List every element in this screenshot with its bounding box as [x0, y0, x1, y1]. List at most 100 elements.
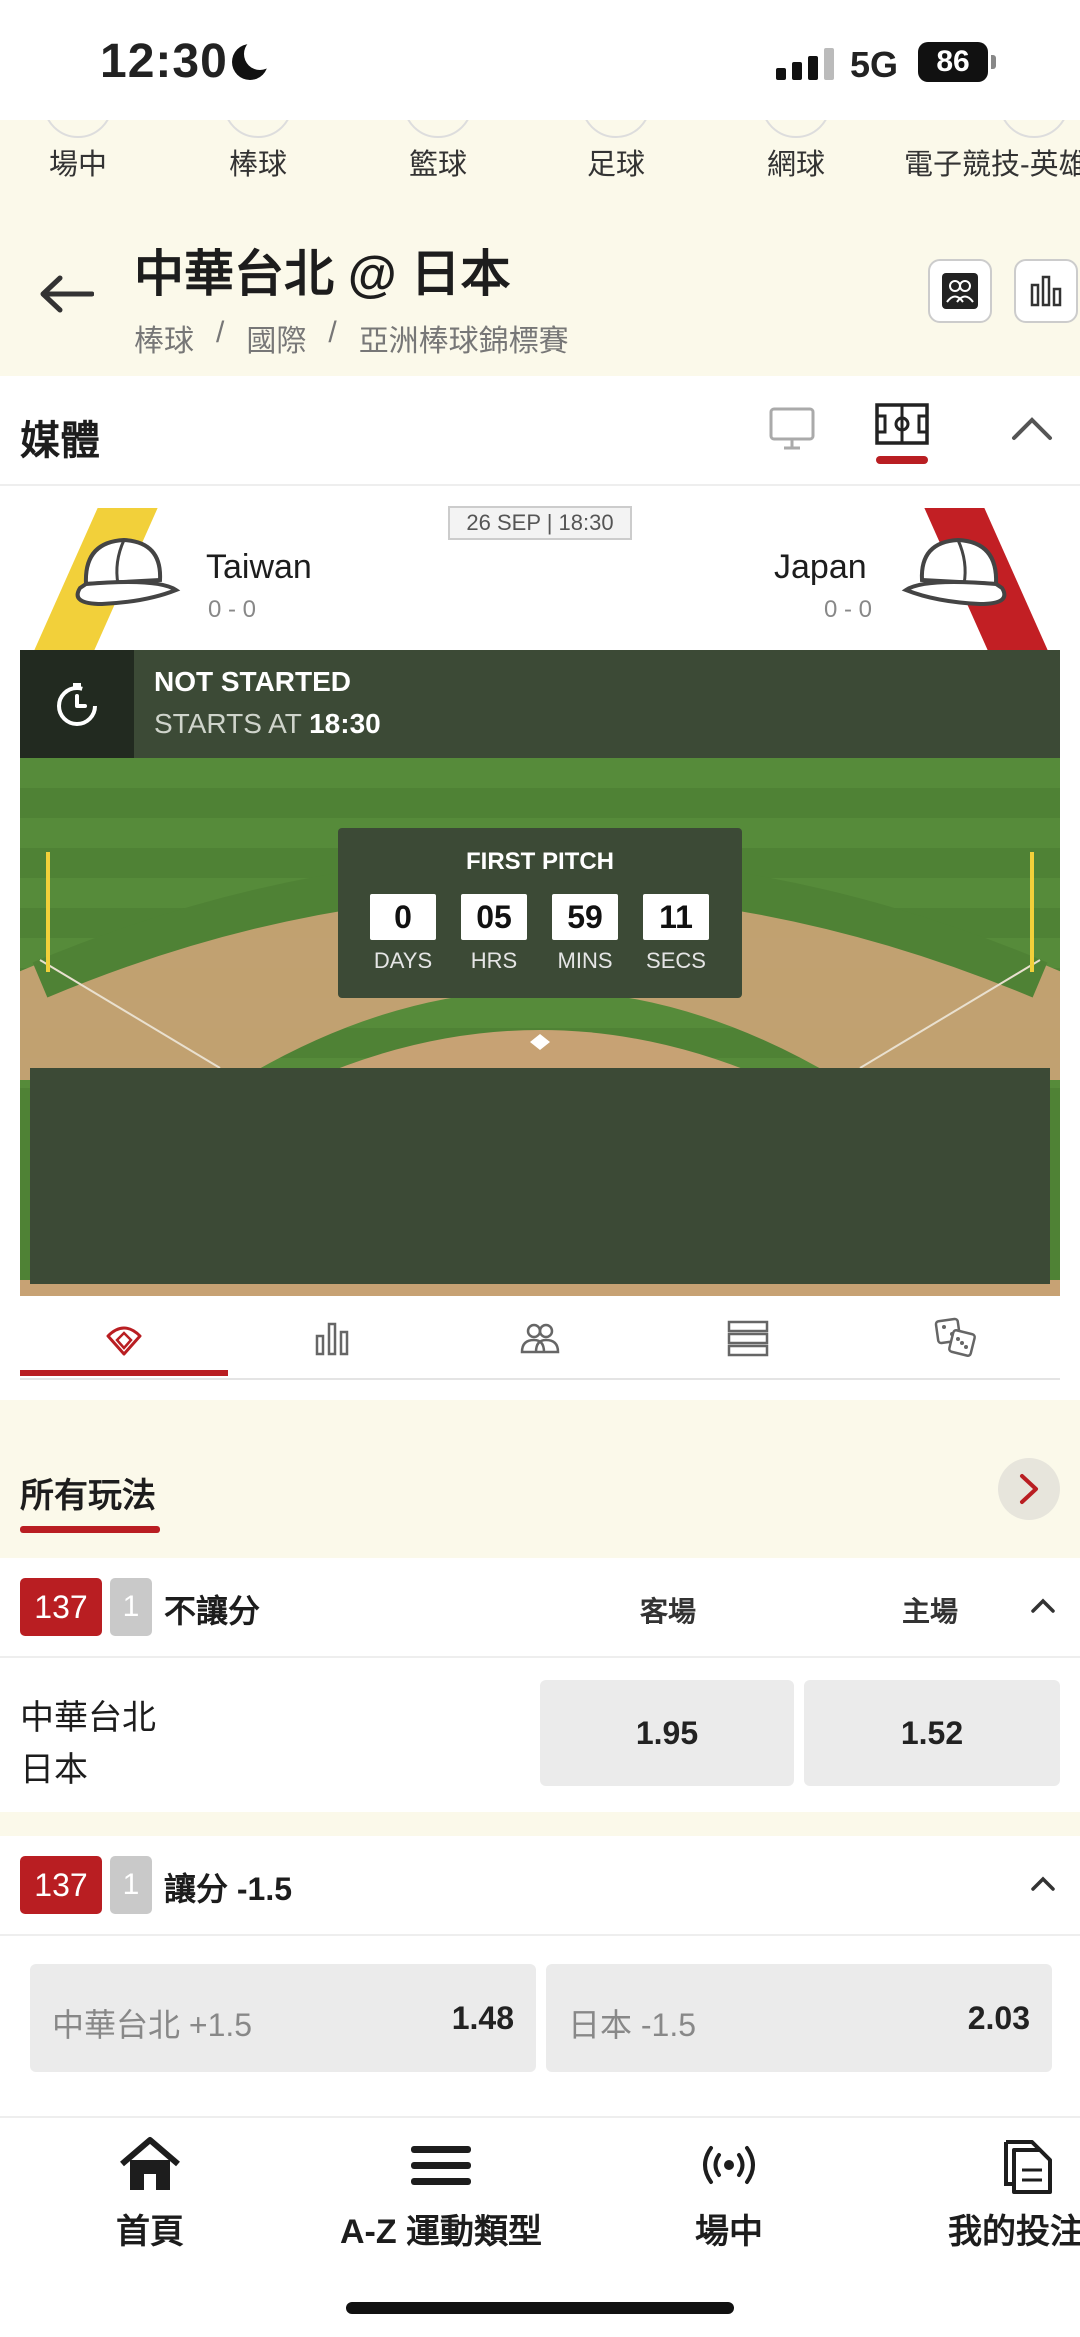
countdown-secs: 11 SECS: [643, 894, 709, 974]
selection-label: 中華台北 +1.5: [52, 2007, 253, 2043]
media-title: 媒體: [20, 419, 100, 463]
sport-tab-baseball[interactable]: 棒球: [208, 120, 308, 204]
nav-label: 場中: [695, 2213, 763, 2251]
chevron-up-icon[interactable]: [1010, 412, 1054, 442]
sport-tab-label: 電子競技-英雄: [904, 149, 1080, 181]
active-tab-indicator: [20, 1370, 228, 1376]
sport-tab-label: 網球: [766, 149, 825, 181]
tv-icon[interactable]: [768, 404, 816, 452]
market-count-badge: 1: [110, 1856, 152, 1914]
field-view-icon[interactable]: [874, 402, 930, 448]
tab-standings[interactable]: [644, 1296, 852, 1380]
tab-stats[interactable]: [228, 1296, 436, 1380]
countdown-title: FIRST PITCH: [466, 848, 614, 875]
handicap-button-home[interactable]: 日本 -1.5 2.03: [546, 1964, 1052, 2072]
tab-lineup[interactable]: [436, 1296, 644, 1380]
column-away: 客場: [639, 1596, 696, 1627]
scoreboard-teams: Taiwan 0 - 0 Japan 0 - 0 26 SEP | 18:30: [0, 486, 1080, 650]
chevron-right-icon: [1020, 1474, 1038, 1504]
countdown-hours: 05 HRS: [461, 894, 527, 974]
baseball-cap-icon: [901, 537, 1007, 607]
nav-label: 我的投注: [948, 2213, 1080, 2251]
nav-label: 首頁: [116, 2213, 184, 2251]
baseball-field: NOT STARTED STARTS AT 18:30 FIRST PITCH …: [20, 650, 1060, 1296]
signal-icon: [776, 48, 834, 80]
sport-tab-soccer[interactable]: 足球: [566, 120, 666, 204]
sport-tab-label: 棒球: [228, 149, 287, 181]
match-title: 中華台北 @ 日本: [134, 246, 511, 302]
selection-label: 日本 -1.5: [568, 2007, 697, 2043]
countdown-label: DAYS: [373, 948, 433, 973]
bar-chart-icon: [315, 1322, 349, 1356]
market-moneyline-body: 中華台北 日本 1.95 1.52: [0, 1660, 1080, 1812]
tab-odds[interactable]: [852, 1296, 1060, 1380]
handicap-button-away[interactable]: 中華台北 +1.5 1.48: [30, 1964, 536, 2072]
odds-button-away[interactable]: 1.95: [540, 1680, 794, 1786]
section-divider: [0, 1812, 1080, 1836]
market-title: 讓分 -1.5: [164, 1871, 293, 1907]
all-bets-next-button[interactable]: [998, 1458, 1060, 1520]
nav-inplay[interactable]: 場中: [688, 2136, 770, 2253]
team-away-label: 中華台北: [20, 1699, 156, 1737]
back-arrow-icon[interactable]: [38, 274, 94, 314]
bar-chart-icon: [1030, 275, 1062, 307]
status-bar: 12:30 5G 86: [0, 0, 1080, 120]
play-info-panel: [30, 1068, 1050, 1284]
tab-field[interactable]: [20, 1296, 228, 1380]
sport-tab-basketball[interactable]: 籃球: [388, 120, 488, 204]
home-team-name: Taiwan: [206, 548, 312, 586]
caret-up-icon[interactable]: [1030, 1874, 1056, 1892]
breadcrumb-league[interactable]: 亞洲棒球錦標賽: [359, 316, 569, 360]
countdown-mins: 59 MINS: [552, 894, 618, 974]
team-home-label: 日本: [20, 1751, 88, 1789]
nav-my-bets[interactable]: 我的投注: [948, 2136, 1080, 2253]
lineup-button[interactable]: [928, 259, 992, 323]
all-bets-underline: [20, 1526, 160, 1533]
countdown-days: 0 DAYS: [370, 894, 436, 974]
breadcrumb-sep: /: [328, 316, 337, 349]
nav-home[interactable]: 首頁: [112, 2136, 188, 2253]
sport-tab-inplay[interactable]: 場中: [28, 120, 128, 204]
bottom-nav: 首頁 A-Z 運動類型 場中 我的投注: [0, 2116, 1080, 2337]
all-bets-header: 所有玩法: [0, 1400, 1080, 1558]
clock: 12:30: [100, 35, 228, 88]
all-bets-tab[interactable]: 所有玩法: [20, 1468, 156, 1517]
sport-tab-label: 籃球: [408, 149, 467, 181]
sport-tab-tennis[interactable]: 網球: [746, 120, 846, 204]
match-start: STARTS AT 18:30: [154, 708, 381, 740]
column-home: 主場: [901, 1596, 958, 1627]
home-icon: [120, 2137, 180, 2190]
network-type: 5G: [850, 44, 899, 85]
sport-tab-esports[interactable]: 電子競技-英雄: [904, 120, 1080, 204]
nav-az-sports[interactable]: A-Z 運動類型: [336, 2136, 546, 2253]
market-id-badge: 137: [20, 1578, 102, 1636]
home-team-score: 0 - 0: [208, 596, 257, 623]
sport-tabs: 場中 棒球 籃球 足球 網球 電子競技-英雄: [0, 120, 1080, 204]
market-id-badge: 137: [20, 1856, 102, 1914]
caret-up-icon[interactable]: [1030, 1596, 1056, 1614]
starts-at-time: 18:30: [309, 708, 381, 739]
lineup-icon: [520, 1323, 560, 1354]
first-pitch-countdown: FIRST PITCH 0 DAYS 05 HRS 59 MINS 11 SECS: [338, 828, 742, 998]
market-handicap-header[interactable]: 137 1 讓分 -1.5: [0, 1836, 1080, 1936]
selection-odd: 1.48: [451, 2000, 514, 2036]
countdown-label: SECS: [646, 948, 706, 973]
baseball-cap-icon: [75, 537, 181, 607]
starts-at-label: STARTS AT: [154, 708, 302, 739]
breadcrumb-region[interactable]: 國際: [246, 316, 306, 360]
media-bar: 媒體: [0, 376, 1080, 486]
countdown-value: 0: [370, 894, 436, 940]
dice-icon: [934, 1317, 976, 1357]
breadcrumb-sport[interactable]: 棒球: [134, 316, 194, 360]
market-moneyline-header[interactable]: 137 1 不讓分 客場 主場: [0, 1558, 1080, 1658]
away-team-name: Japan: [774, 548, 867, 586]
countdown-value: 11: [643, 894, 709, 940]
countdown-label: HRS: [470, 948, 518, 973]
market-title: 不讓分: [164, 1593, 261, 1629]
odds-button-home[interactable]: 1.52: [804, 1680, 1060, 1786]
timer-icon: [20, 650, 134, 758]
market-count-badge: 1: [110, 1578, 152, 1636]
away-team-score: 0 - 0: [824, 596, 873, 623]
stats-button[interactable]: [1014, 259, 1078, 323]
countdown-value: 59: [552, 894, 618, 940]
